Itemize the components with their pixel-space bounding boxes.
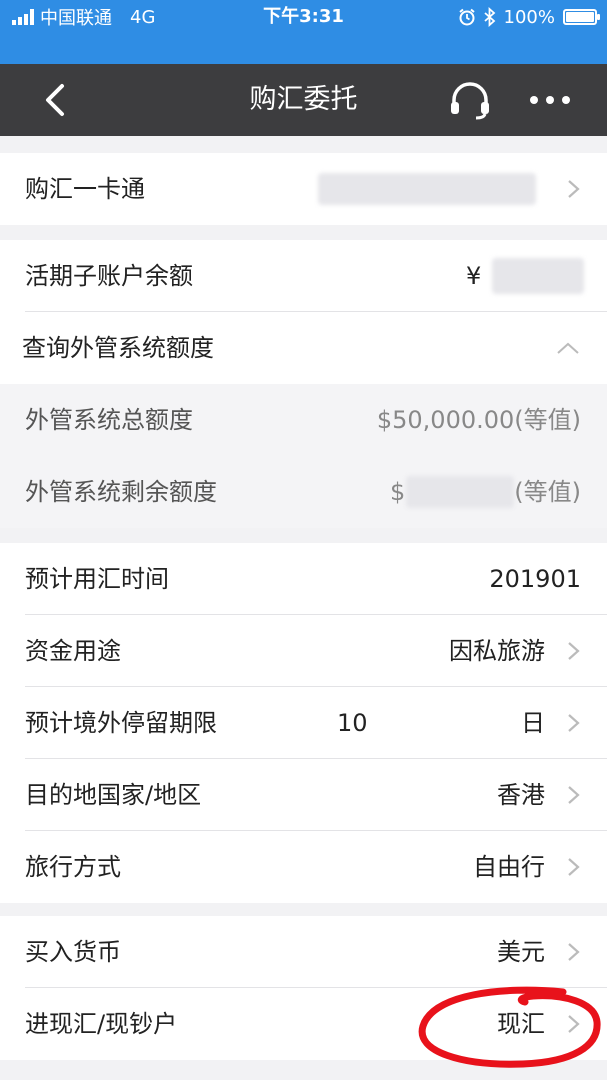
card-row[interactable]: 购汇一卡通 (0, 153, 607, 225)
buy-currency-row[interactable]: 买入货币 美元 (0, 916, 607, 988)
stay-duration-unit: 日 (521, 709, 545, 737)
chevron-right-icon (568, 714, 580, 732)
balance-row: 活期子账户余额 ¥ (0, 240, 607, 312)
balance-amount-redacted (492, 258, 584, 294)
travel-mode-row[interactable]: 旅行方式 自由行 (0, 831, 607, 903)
remaining-quota-suffix: (等值) (514, 478, 581, 506)
usage-time-label: 预计用汇时间 (25, 565, 169, 593)
chevron-up-icon[interactable] (556, 340, 580, 356)
cash-type-row[interactable]: 进现汇/现钞户 现汇 (0, 988, 607, 1060)
usage-time-row[interactable]: 预计用汇时间 201901 (0, 543, 607, 615)
card-label: 购汇一卡通 (25, 175, 145, 203)
remaining-quota-row: 外管系统剩余额度 $ (等值) (0, 456, 607, 528)
stay-duration-row[interactable]: 预计境外停留期限 10 日 (0, 687, 607, 759)
buy-currency-value: 美元 (497, 938, 545, 966)
quota-query-label: 查询外管系统额度 (22, 334, 214, 362)
travel-mode-value: 自由行 (473, 853, 545, 881)
alarm-icon (458, 8, 475, 26)
travel-mode-label: 旅行方式 (25, 853, 121, 881)
status-bar-ghost-text (0, 34, 607, 53)
more-dots-icon[interactable] (526, 86, 574, 114)
usage-time-value: 201901 (489, 565, 581, 593)
battery-icon (563, 9, 600, 25)
destination-row[interactable]: 目的地国家/地区 香港 (0, 759, 607, 831)
remaining-quota-label: 外管系统剩余额度 (25, 478, 217, 506)
nav-bar: 购汇委托 (0, 64, 607, 136)
balance-currency-symbol: ¥ (466, 262, 482, 290)
chevron-right-icon (568, 180, 580, 198)
destination-label: 目的地国家/地区 (25, 781, 202, 809)
purpose-label: 资金用途 (25, 637, 121, 665)
cash-type-value: 现汇 (497, 1010, 545, 1038)
total-quota-row: 外管系统总额度 $50,000.00(等值) (0, 384, 607, 456)
chevron-right-icon (568, 1015, 580, 1033)
total-quota-value: $50,000.00(等值) (376, 406, 581, 434)
card-number-redacted (318, 173, 536, 205)
purpose-value: 因私旅游 (449, 637, 545, 665)
destination-value: 香港 (497, 781, 545, 809)
cash-type-label: 进现汇/现钞户 (25, 1010, 178, 1038)
chevron-right-icon (568, 943, 580, 961)
page-title: 购汇委托 (249, 84, 358, 115)
quota-query-row[interactable]: 查询外管系统额度 (0, 312, 607, 384)
total-quota-label: 外管系统总额度 (25, 406, 193, 434)
remaining-quota-prefix: $ (390, 478, 406, 506)
headset-icon[interactable] (448, 80, 492, 120)
balance-label: 活期子账户余额 (25, 262, 193, 290)
stay-duration-value[interactable]: 10 (337, 687, 368, 759)
chevron-right-icon (568, 786, 580, 804)
purpose-row[interactable]: 资金用途 因私旅游 (0, 615, 607, 687)
bluetooth-icon (483, 7, 495, 27)
chevron-right-icon (568, 858, 580, 876)
status-bar: 中国联通 4G 下午3:31 100% (0, 0, 607, 64)
battery-percent: 100% (503, 6, 555, 28)
buy-currency-label: 买入货币 (25, 938, 121, 966)
chevron-right-icon (568, 642, 580, 660)
remaining-quota-redacted (406, 476, 514, 508)
stay-duration-label: 预计境外停留期限 (25, 709, 217, 737)
